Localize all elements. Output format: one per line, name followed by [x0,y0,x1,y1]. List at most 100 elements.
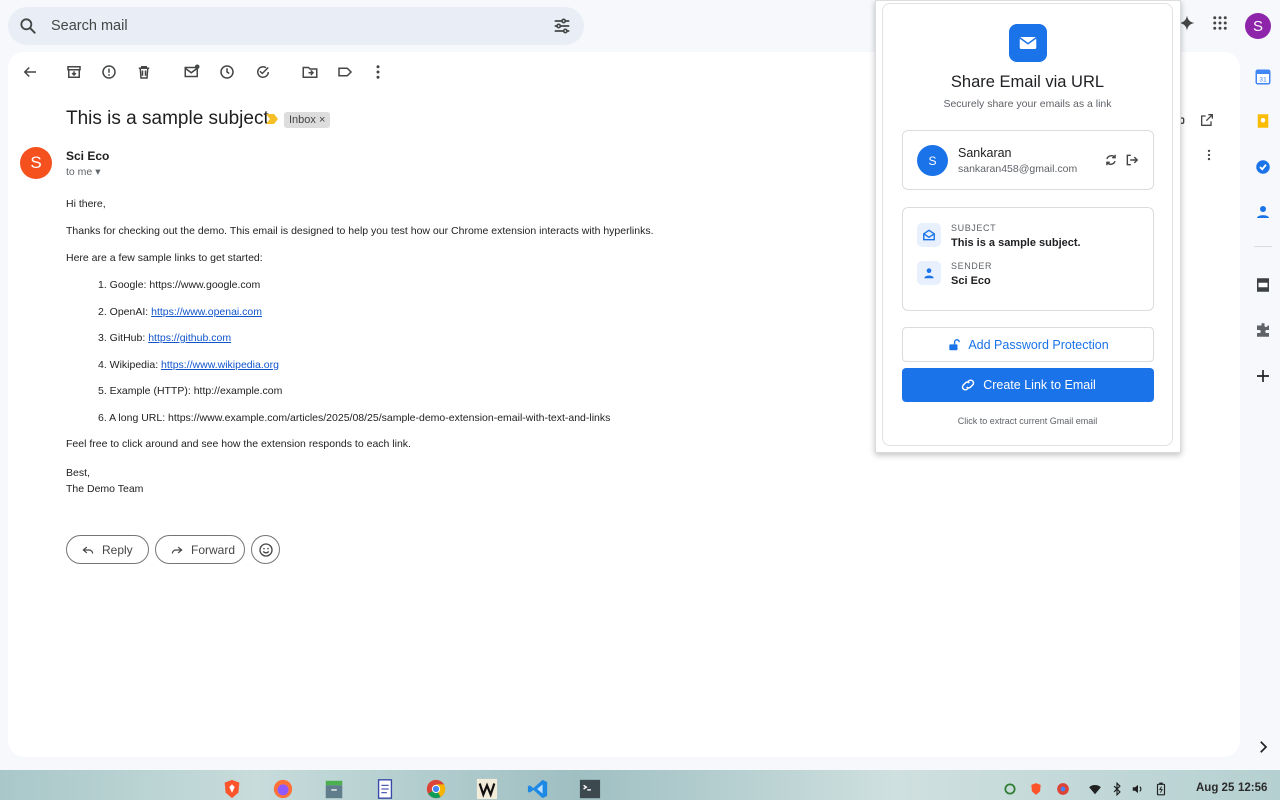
email-paragraph-3: Feel free to click around and see how th… [66,438,411,450]
more-options-icon[interactable] [369,63,387,81]
add-password-button[interactable]: Add Password Protection [902,327,1154,362]
add-task-icon[interactable] [254,63,272,81]
email-paragraph-1: Thanks for checking out the demo. This e… [66,225,654,237]
emoji-icon [258,542,273,557]
reply-button[interactable]: Reply [66,535,149,564]
expand-panel-icon[interactable] [1254,738,1272,756]
forward-button[interactable]: Forward [155,535,245,564]
mark-unread-icon[interactable] [183,63,201,81]
pdf-extension-icon[interactable] [1254,276,1272,294]
apps-grid-icon[interactable] [1211,14,1229,32]
clock-time[interactable]: 12:56 [1238,782,1267,794]
email-signoff: Best, [66,467,90,479]
volume-icon[interactable] [1131,782,1145,796]
back-icon[interactable] [21,63,39,81]
forward-icon [171,546,183,554]
chevron-down-icon[interactable]: ▾ [95,166,100,178]
list-item: 2. OpenAI: https://www.openai.com [98,306,886,319]
refresh-icon[interactable] [1104,153,1118,167]
report-spam-icon[interactable] [100,63,118,81]
user-avatar: S [917,145,948,176]
list-item: 4. Wikipedia: https://www.wikipedia.org [98,359,886,372]
open-mail-icon [923,229,935,241]
wifi-icon[interactable] [1088,782,1102,796]
user-email: sankaran458@gmail.com [958,163,1078,175]
reply-icon [82,546,94,554]
delete-icon[interactable] [135,63,153,81]
create-link-button[interactable]: Create Link to Email [902,368,1154,402]
search-bar[interactable]: Search mail [8,7,584,45]
emoji-reaction-button[interactable] [251,535,280,564]
openai-link[interactable]: https://www.openai.com [151,306,262,318]
email-paragraph-2: Here are a few sample links to get start… [66,252,263,264]
add-password-label: Add Password Protection [968,337,1109,352]
chrome-icon[interactable] [424,778,448,800]
list-item: 3. GitHub: https://github.com [98,332,886,345]
email-signature: The Demo Team [66,483,144,495]
wikipedia-link[interactable]: https://www.wikipedia.org [161,359,279,371]
account-avatar[interactable]: S [1245,13,1271,39]
snooze-icon[interactable] [218,63,236,81]
remove-label-icon[interactable]: × [319,114,325,126]
clock-date[interactable]: Aug 25 [1196,782,1234,794]
tray-chrome-icon[interactable] [1056,782,1070,796]
subject-value: This is a sample subject. [951,237,1081,249]
list-item: 6. A long URL: https://www.example.com/a… [98,412,886,425]
person-icon [924,268,934,279]
firefox-icon[interactable] [271,778,295,800]
email-body: Hi there, Thanks for checking out the de… [66,198,886,497]
search-icon[interactable] [18,16,38,36]
sender-icon-box [917,261,941,285]
tray-app-icon[interactable] [1003,782,1017,796]
reply-label: Reply [102,542,133,557]
popup-subtitle: Securely share your emails as a link [943,98,1112,110]
sender-name[interactable]: Sci Eco [66,149,109,163]
contacts-icon[interactable] [1254,203,1272,221]
terminal-icon[interactable] [578,778,602,800]
keep-icon[interactable] [1254,112,1272,130]
link-text: https://www.google.com [149,279,261,291]
puzzle-icon[interactable] [1254,321,1272,339]
vscode-icon[interactable] [526,778,550,800]
brave-browser-icon[interactable] [220,778,244,800]
archive-icon[interactable] [65,63,83,81]
file-manager-icon[interactable] [322,778,346,800]
text-editor-icon[interactable] [373,778,397,800]
popup-title: Share Email via URL [950,73,1105,91]
tasks-icon[interactable] [1254,158,1272,176]
extension-popup: Share Email via URL Securely share your … [882,3,1173,446]
inbox-label-text: Inbox [289,114,316,126]
label-icon[interactable] [336,63,354,81]
message-more-icon[interactable] [1202,148,1216,162]
battery-icon[interactable] [1154,782,1168,796]
svg-text:31: 31 [1259,77,1267,84]
user-name: Sankaran [958,146,1012,160]
search-input[interactable]: Search mail [51,18,128,34]
rail-divider [1254,246,1272,247]
sender-value: Sci Eco [951,275,991,287]
link-text: https://www.example.com/articles/2025/08… [168,411,611,424]
side-panel-rail: 31 [1246,60,1280,760]
popup-hint: Click to extract current Gmail email [957,416,1098,426]
link-label: 2. OpenAI: [98,305,152,318]
sign-out-icon[interactable] [1125,153,1139,167]
link-label: 6. A long URL: [98,411,169,424]
recipient-details[interactable]: to me ▾ [66,166,100,178]
list-item: 5. Example (HTTP): http://example.com [98,385,886,398]
inbox-label-chip[interactable]: Inbox × [284,112,331,128]
github-link[interactable]: https://github.com [148,332,231,344]
subject-icon-box [917,223,941,247]
list-item: 1. Google: https://www.google.com [98,279,886,292]
tray-brave-icon[interactable] [1029,782,1043,796]
importance-marker-icon[interactable] [266,114,278,124]
link-text: http://example.com [193,385,283,397]
move-to-icon[interactable] [301,63,319,81]
search-options-icon[interactable] [552,16,572,36]
calendar-icon[interactable]: 31 [1254,68,1272,86]
open-new-window-icon[interactable] [1199,112,1215,128]
sender-avatar[interactable]: S [20,147,52,179]
bluetooth-icon[interactable] [1110,782,1124,796]
add-addon-icon[interactable] [1254,367,1272,385]
link-label: 4. Wikipedia: [98,358,162,371]
warp-terminal-icon[interactable] [475,778,499,800]
